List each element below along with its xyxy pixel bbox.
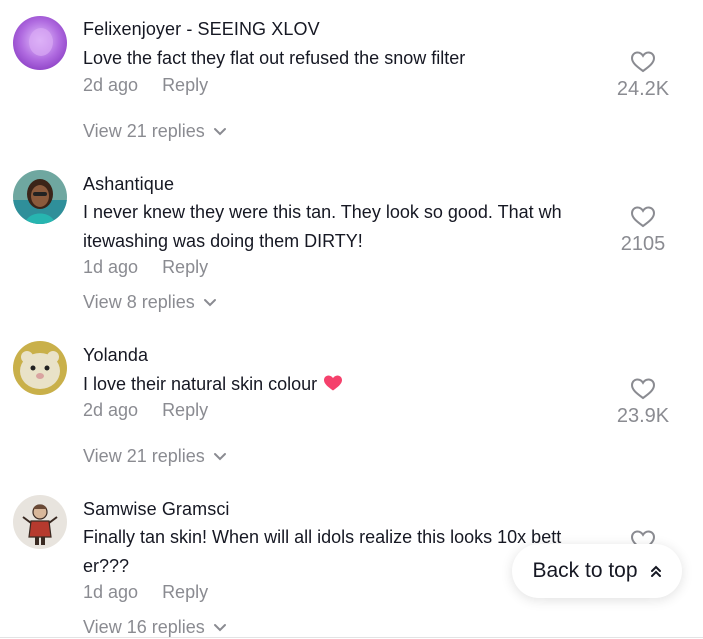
chevron-down-icon <box>213 624 226 632</box>
view-replies-label: View 8 replies <box>83 292 195 312</box>
back-to-top-label: Back to top <box>532 559 638 582</box>
view-replies-label: View 16 replies <box>83 617 205 637</box>
avatar[interactable] <box>13 341 67 395</box>
comment-meta: 2d ago Reply <box>83 75 208 96</box>
back-to-top-button[interactable]: Back to top <box>512 544 682 598</box>
comment-text: Finally tan skin! When will all idols re… <box>83 527 562 547</box>
reply-button[interactable]: Reply <box>162 75 208 95</box>
like-count: 24.2K <box>616 78 670 100</box>
purple-blur-avatar-icon <box>13 16 67 70</box>
reply-button[interactable]: Reply <box>162 582 208 602</box>
pink-heart-icon <box>324 375 343 391</box>
reply-button[interactable]: Reply <box>162 257 208 277</box>
avatar[interactable] <box>13 170 67 224</box>
view-replies-button[interactable]: View 16 replies <box>83 617 227 638</box>
like-button[interactable]: 23.9K <box>598 377 688 428</box>
comment-text-content: I love their natural skin colour <box>83 374 318 394</box>
person-photo-avatar-icon <box>13 170 67 224</box>
comment-text: itewashing was doing them DIRTY! <box>83 231 363 251</box>
chevron-down-icon <box>213 453 226 461</box>
heart-outline-icon <box>630 378 656 400</box>
comment-time: 2d ago <box>83 75 139 95</box>
heart-outline-icon <box>630 206 656 228</box>
comment-username[interactable]: Ashantique <box>83 174 174 195</box>
avatar[interactable] <box>13 16 67 70</box>
view-replies-button[interactable]: View 8 replies <box>83 292 217 313</box>
chevron-down-icon <box>203 299 216 307</box>
comment-username[interactable]: Felixenjoyer - SEEING XLOV <box>83 19 320 40</box>
view-replies-button[interactable]: View 21 replies <box>83 121 227 142</box>
comment-text: er??? <box>83 556 130 576</box>
heart-outline-icon <box>630 51 656 73</box>
comment-text: I love their natural skin colour <box>83 370 343 399</box>
comment-meta: 2d ago Reply <box>83 400 208 421</box>
view-replies-label: View 21 replies <box>83 446 205 466</box>
comment-time: 2d ago <box>83 400 139 420</box>
avatar[interactable] <box>13 495 67 549</box>
view-replies-button[interactable]: View 21 replies <box>83 446 227 467</box>
chevron-down-icon <box>213 128 226 136</box>
hamster-avatar-icon <box>13 341 67 395</box>
like-button[interactable]: 2105 <box>598 205 688 256</box>
comment-meta: 1d ago Reply <box>83 257 208 278</box>
like-button[interactable]: 24.2K <box>598 50 688 101</box>
comment-username[interactable]: Samwise Gramsci <box>83 499 230 520</box>
comment-text: Love the fact they flat out refused the … <box>83 48 466 68</box>
comment-time: 1d ago <box>83 582 139 602</box>
comment-time: 1d ago <box>83 257 139 277</box>
like-count: 23.9K <box>616 405 670 427</box>
comment-username[interactable]: Yolanda <box>83 345 148 366</box>
comment-meta: 1d ago Reply <box>83 582 208 603</box>
reply-button[interactable]: Reply <box>162 400 208 420</box>
view-replies-label: View 21 replies <box>83 121 205 141</box>
divider <box>0 637 703 638</box>
comment-text: I never knew they were this tan. They lo… <box>83 202 562 222</box>
double-chevron-up-icon <box>650 565 661 577</box>
cartoon-character-avatar-icon <box>13 495 67 549</box>
like-count: 2105 <box>620 233 666 255</box>
